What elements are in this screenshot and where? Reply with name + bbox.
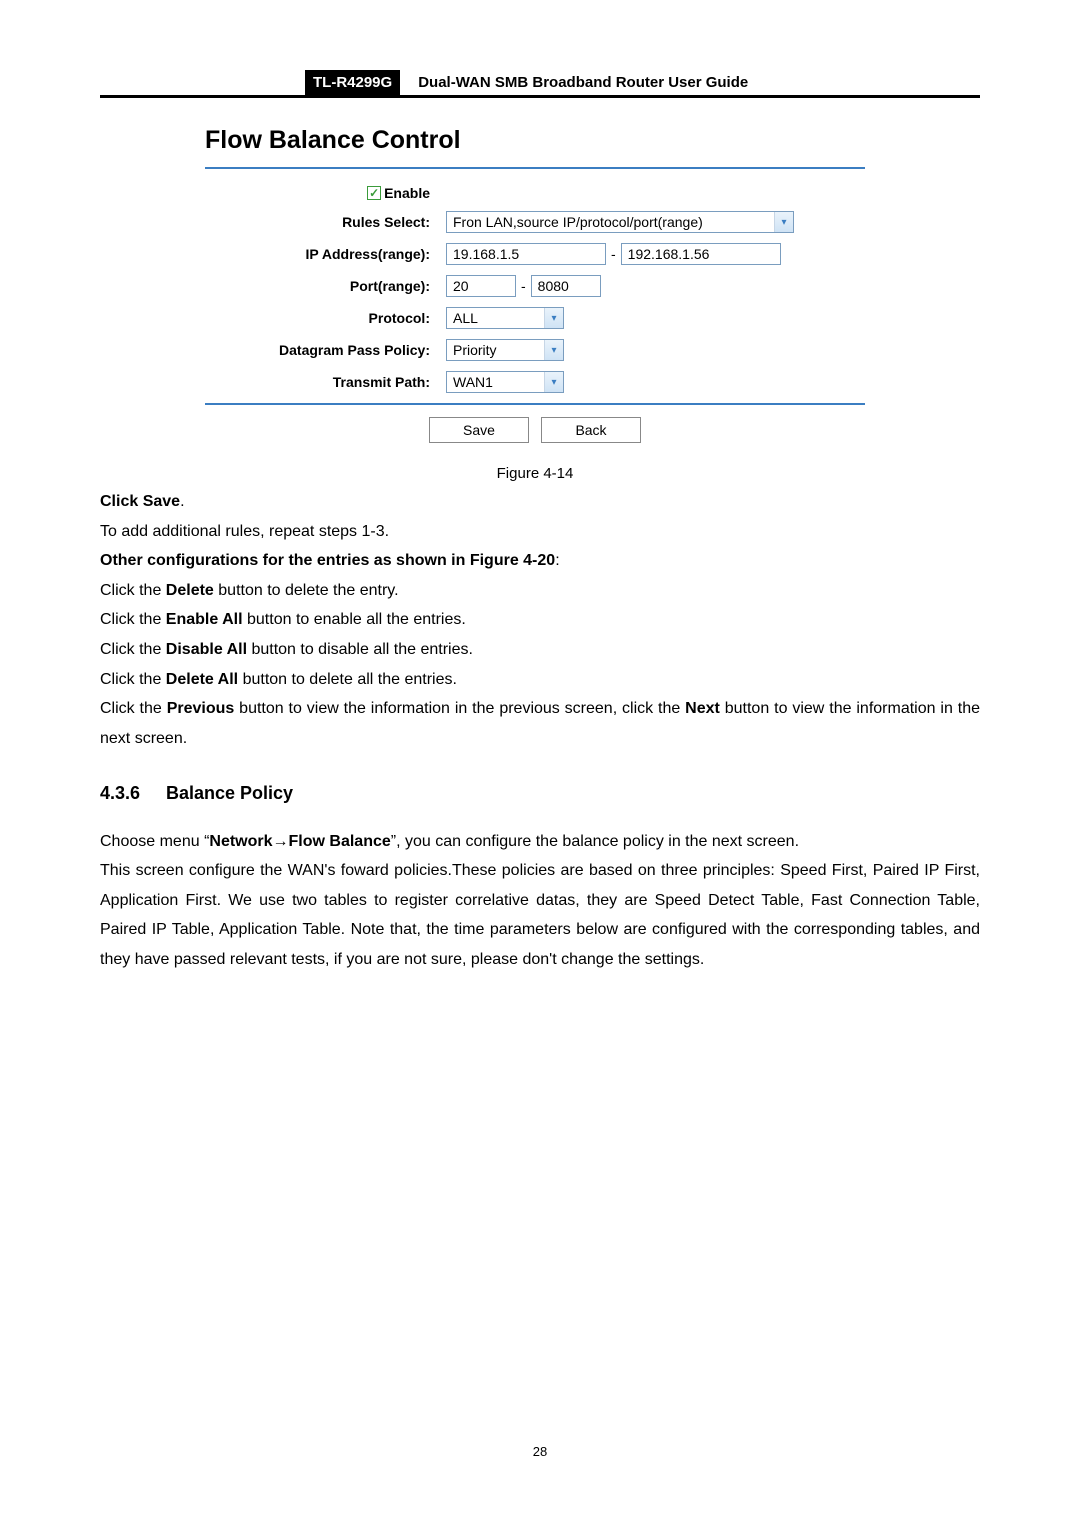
enable-label: Enable xyxy=(384,185,430,201)
chevron-down-icon: ▾ xyxy=(544,308,563,328)
figure-caption: Figure 4-14 xyxy=(205,465,865,482)
chevron-down-icon: ▾ xyxy=(544,340,563,360)
section-title: Balance Policy xyxy=(166,783,293,803)
chevron-down-icon: ▾ xyxy=(544,372,563,392)
port-range-row: Port(range): 20 - 8080 xyxy=(205,275,865,297)
dash: - xyxy=(516,278,531,294)
datagram-row: Datagram Pass Policy: Priority ▾ xyxy=(205,339,865,361)
guide-title: Dual-WAN SMB Broadband Router User Guide xyxy=(400,70,758,95)
checkmark-icon: ✓ xyxy=(369,187,379,199)
click-save-bold: Click Save xyxy=(100,493,180,510)
section-heading: 4.3.6Balance Policy xyxy=(100,777,980,810)
add-rules-line: To add additional rules, repeat steps 1-… xyxy=(100,517,980,547)
enable-checkbox[interactable]: ✓ xyxy=(367,186,381,200)
rules-select-dropdown[interactable]: Fron LAN,source IP/protocol/port(range) … xyxy=(446,211,794,233)
section-number: 4.3.6 xyxy=(100,777,166,810)
back-button[interactable]: Back xyxy=(541,417,641,443)
port-from-input[interactable]: 20 xyxy=(446,275,516,297)
rules-select-label: Rules Select: xyxy=(205,214,446,230)
page-number: 28 xyxy=(0,1444,1080,1459)
page-header: TL-R4299G Dual-WAN SMB Broadband Router … xyxy=(100,70,980,98)
other-conf-bold: Other configurations for the entries as … xyxy=(100,552,555,569)
ip-range-label: IP Address(range): xyxy=(205,246,446,262)
transmit-dropdown[interactable]: WAN1 ▾ xyxy=(446,371,564,393)
save-button[interactable]: Save xyxy=(429,417,529,443)
button-row: Save Back xyxy=(205,403,865,443)
rules-select-value: Fron LAN,source IP/protocol/port(range) xyxy=(453,214,703,230)
protocol-row: Protocol: ALL ▾ xyxy=(205,307,865,329)
rules-select-row: Rules Select: Fron LAN,source IP/protoco… xyxy=(205,211,865,233)
port-range-label: Port(range): xyxy=(205,278,446,294)
ip-from-input[interactable]: 19.168.1.5 xyxy=(446,243,606,265)
balance-policy-paragraph: This screen configure the WAN's foward p… xyxy=(100,856,980,974)
protocol-dropdown[interactable]: ALL ▾ xyxy=(446,307,564,329)
ip-to-input[interactable]: 192.168.1.56 xyxy=(621,243,781,265)
ip-range-row: IP Address(range): 19.168.1.5 - 192.168.… xyxy=(205,243,865,265)
transmit-label: Transmit Path: xyxy=(205,374,446,390)
dash: - xyxy=(606,246,621,262)
enable-row: ✓ Enable xyxy=(205,185,865,201)
document-body: Click Save. To add additional rules, rep… xyxy=(100,487,980,975)
model-badge: TL-R4299G xyxy=(305,70,400,95)
chevron-down-icon: ▾ xyxy=(774,212,793,232)
datagram-label: Datagram Pass Policy: xyxy=(205,342,446,358)
transmit-row: Transmit Path: WAN1 ▾ xyxy=(205,371,865,393)
port-to-input[interactable]: 8080 xyxy=(531,275,601,297)
screenshot-heading: Flow Balance Control xyxy=(205,116,865,167)
flow-balance-screenshot: Flow Balance Control ✓ Enable Rules Sele… xyxy=(205,116,865,482)
protocol-label: Protocol: xyxy=(205,310,446,326)
datagram-dropdown[interactable]: Priority ▾ xyxy=(446,339,564,361)
